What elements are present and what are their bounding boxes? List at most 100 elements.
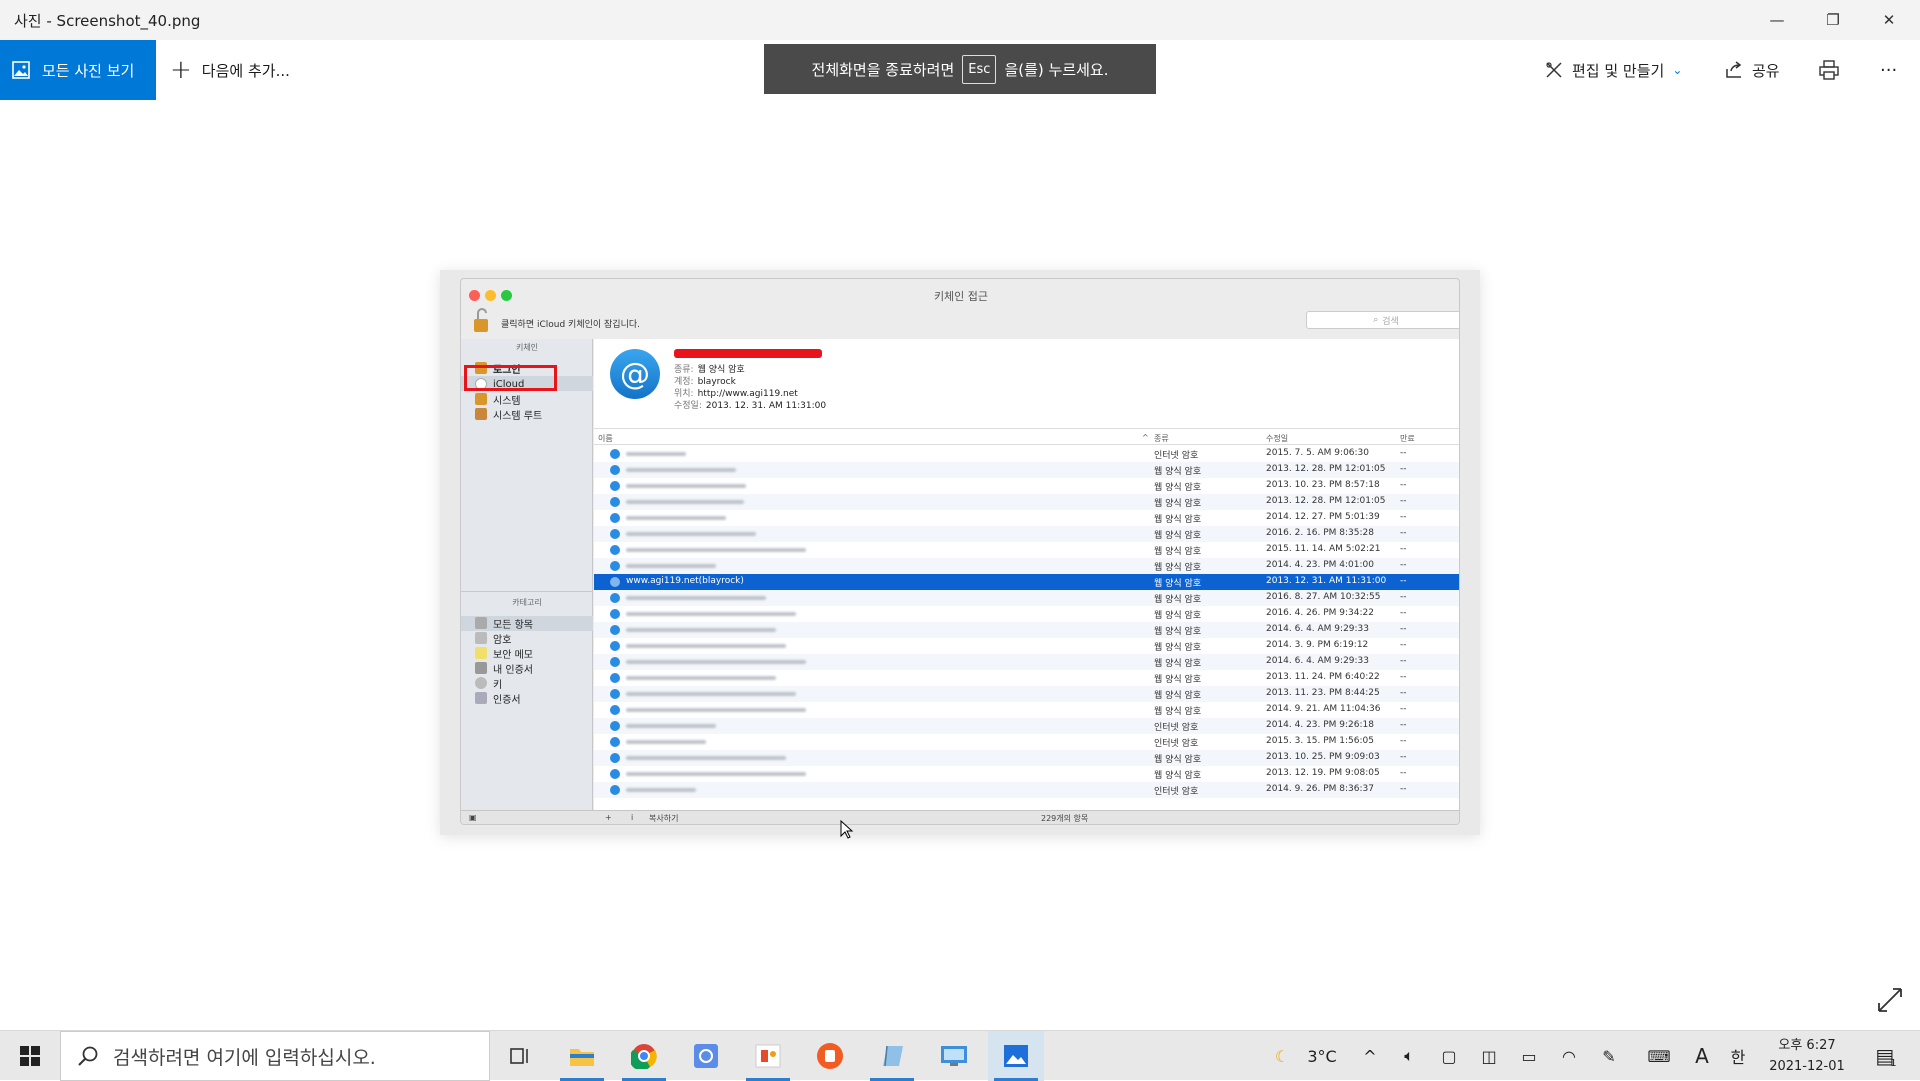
taskbar-search-input[interactable]: 검색하려면 여기에 입력하십시오. — [60, 1031, 490, 1081]
keychain-title: 키체인 접근 — [933, 290, 989, 303]
esc-key-badge: Esc — [962, 54, 997, 84]
search-icon — [78, 1046, 98, 1066]
table-row[interactable]: 웹 양식 암호 2013. 12. 19. PM 9:08:05 -- — [594, 766, 1459, 782]
weather-temperature[interactable]: 3°C — [1300, 1031, 1344, 1081]
row-expires: -- — [1400, 768, 1407, 778]
speaker-icon[interactable]: 🔈︎ — [1394, 1031, 1424, 1081]
battery-icon[interactable]: ▭ — [1514, 1031, 1544, 1081]
table-row[interactable]: 웹 양식 암호 2014. 6. 4. AM 9:29:33 -- — [594, 654, 1459, 670]
table-row[interactable]: 웹 양식 암호 2013. 10. 25. PM 9:09:03 -- — [594, 750, 1459, 766]
taskbar-settings-app[interactable] — [678, 1031, 734, 1081]
at-sign-icon — [610, 449, 620, 459]
table-row[interactable]: 웹 양식 암호 2016. 4. 26. PM 9:34:22 -- — [594, 606, 1459, 622]
row-kind: 웹 양식 암호 — [1154, 579, 1202, 589]
add-to-button[interactable]: + 다음에 추가... — [170, 40, 290, 100]
table-row[interactable]: 웹 양식 암호 2016. 8. 27. AM 10:32:55 -- — [594, 590, 1459, 606]
restore-button[interactable]: ❐ — [1810, 0, 1856, 40]
column-kind[interactable]: 종류 — [1154, 433, 1169, 444]
table-row[interactable]: 웹 양식 암호 2014. 4. 23. PM 4:01:00 -- — [594, 558, 1459, 574]
table-row[interactable]: 웹 양식 암호 2013. 11. 24. PM 6:40:22 -- — [594, 670, 1459, 686]
at-sign-icon — [610, 465, 620, 475]
row-kind: 웹 양식 암호 — [1154, 659, 1202, 669]
category-certificates[interactable]: 인증서 — [475, 690, 521, 706]
table-row[interactable]: 웹 양식 암호 2013. 12. 28. PM 12:01:05 -- — [594, 462, 1459, 478]
table-row[interactable]: 웹 양식 암호 2014. 3. 9. PM 6:19:12 -- — [594, 638, 1459, 654]
taskbar-photos-app[interactable] — [988, 1031, 1044, 1081]
category-my-certificates[interactable]: 내 인증서 — [475, 660, 533, 676]
table-header: 이름 ^ 종류 수정일 만료 — [594, 431, 1459, 445]
table-row[interactable]: 인터넷 암호 2014. 9. 26. PM 8:36:37 -- — [594, 782, 1459, 798]
table-row[interactable]: 인터넷 암호 2015. 7. 5. AM 9:06:30 -- — [594, 446, 1459, 462]
sidebar-item-system[interactable]: 시스템 — [475, 391, 521, 407]
notifications-button[interactable]: ▤ 1 — [1866, 1031, 1906, 1081]
table-row[interactable]: 웹 양식 암호 2013. 11. 23. PM 8:44:25 -- — [594, 686, 1459, 702]
minimize-button[interactable]: — — [1754, 0, 1800, 40]
ime-korean-indicator[interactable]: 한 — [1724, 1031, 1752, 1081]
more-button[interactable]: ··· — [1880, 40, 1897, 100]
category-header: 카테고리 — [512, 598, 542, 607]
row-expires: -- — [1400, 752, 1407, 762]
column-name[interactable]: 이름 — [598, 433, 613, 444]
table-row[interactable]: 인터넷 암호 2015. 3. 15. PM 1:56:05 -- — [594, 734, 1459, 750]
row-kind: 웹 양식 암호 — [1154, 595, 1202, 605]
table-row[interactable]: 웹 양식 암호 2014. 9. 21. AM 11:04:36 -- — [594, 702, 1459, 718]
add-icon[interactable]: + — [605, 813, 612, 822]
info-icon[interactable]: i — [631, 813, 633, 822]
start-button[interactable] — [0, 1031, 60, 1081]
taskbar-slides-app[interactable] — [740, 1031, 796, 1081]
expand-icon[interactable] — [1875, 985, 1905, 1015]
table-row[interactable]: 인터넷 암호 2014. 4. 23. PM 9:26:18 -- — [594, 718, 1459, 734]
row-expires: -- — [1400, 576, 1407, 586]
category-all-items[interactable]: 모든 항목 — [475, 615, 533, 631]
edit-create-button[interactable]: 편집 및 만들기 ⌄ — [1544, 40, 1682, 100]
table-row[interactable]: 웹 양식 암호 2016. 2. 16. PM 8:35:28 -- — [594, 526, 1459, 542]
keyboard-icon[interactable]: ⌨ — [1642, 1031, 1676, 1081]
all-photos-button[interactable]: 모든 사진 보기 — [0, 40, 156, 100]
table-row[interactable]: 웹 양식 암호 2013. 12. 28. PM 12:01:05 -- — [594, 494, 1459, 510]
row-kind: 웹 양식 암호 — [1154, 483, 1202, 493]
table-row[interactable]: 웹 양식 암호 2014. 12. 27. PM 5:01:39 -- — [594, 510, 1459, 526]
taskbar-file-explorer[interactable] — [554, 1031, 610, 1081]
close-button[interactable]: ✕ — [1866, 0, 1912, 40]
table-row[interactable]: 웹 양식 암호 2013. 10. 23. PM 8:57:18 -- — [594, 478, 1459, 494]
weather-icon[interactable]: ☾ — [1268, 1031, 1296, 1081]
ime-mode-indicator[interactable]: A — [1688, 1031, 1716, 1081]
taskbar-clock[interactable]: 오후 6:27 2021-12-01 — [1752, 1035, 1862, 1077]
category-secure-notes[interactable]: 보안 메모 — [475, 645, 533, 661]
taskbar: 검색하려면 여기에 입력하십시오. ☾ 3°C ^ 🔈︎ ▢ ◫ ▭ ◠ ✎ ⌨… — [0, 1030, 1920, 1081]
photo-canvas: 키체인 접근 클릭하면 iCloud 키체인이 잠깁니다. ⌕ 검색 키체인 로… — [440, 270, 1480, 839]
keychain-search-input[interactable]: ⌕ 검색 — [1306, 311, 1459, 329]
pen-icon[interactable]: ✎ — [1594, 1031, 1624, 1081]
taskbar-chrome[interactable] — [616, 1031, 672, 1081]
folder-icon — [570, 1049, 594, 1066]
row-name-blurred — [626, 612, 796, 616]
copy-button[interactable]: 복사하기 — [649, 813, 678, 824]
column-modified[interactable]: 수정일 — [1266, 433, 1288, 444]
sidebar-item-system-roots[interactable]: 시스템 루트 — [475, 406, 542, 422]
category-keys[interactable]: 키 — [475, 675, 502, 691]
detail-modified: 수정일: 2013. 12. 31. AM 11:31:00 — [674, 398, 826, 411]
display-icon[interactable]: ◫ — [1474, 1031, 1504, 1081]
taskbar-recorder-app[interactable] — [802, 1031, 858, 1081]
at-sign-icon — [610, 497, 620, 507]
sidebar-item-label: 시스템 — [493, 395, 521, 407]
table-row-selected[interactable]: www.agi119.net(blayrock) 웹 양식 암호 2013. 12.… — [594, 574, 1459, 590]
share-button[interactable]: 공유 — [1724, 40, 1780, 100]
taskbar-notes-app[interactable] — [864, 1031, 920, 1081]
meet-now-icon[interactable]: ▢ — [1434, 1031, 1464, 1081]
chevron-up-icon[interactable]: ^ — [1356, 1031, 1384, 1081]
column-expires[interactable]: 만료 — [1400, 433, 1415, 444]
row-date: 2016. 8. 27. AM 10:32:55 — [1266, 592, 1381, 602]
row-date: 2013. 11. 24. PM 6:40:22 — [1266, 672, 1380, 682]
row-expires: -- — [1400, 512, 1407, 522]
taskbar-remote-app[interactable] — [926, 1031, 982, 1081]
task-view-button[interactable] — [492, 1031, 548, 1081]
table-row[interactable]: 웹 양식 암호 2015. 11. 14. AM 5:02:21 -- — [594, 542, 1459, 558]
table-row[interactable]: 웹 양식 암호 2014. 6. 4. AM 9:29:33 -- — [594, 622, 1459, 638]
screen-icon[interactable]: ▣ — [469, 813, 477, 822]
print-button[interactable] — [1818, 40, 1848, 100]
category-passwords[interactable]: 암호 — [475, 630, 511, 646]
network-icon[interactable]: ◠ — [1554, 1031, 1584, 1081]
row-name-blurred — [626, 596, 766, 600]
row-kind: 인터넷 암호 — [1154, 451, 1199, 461]
